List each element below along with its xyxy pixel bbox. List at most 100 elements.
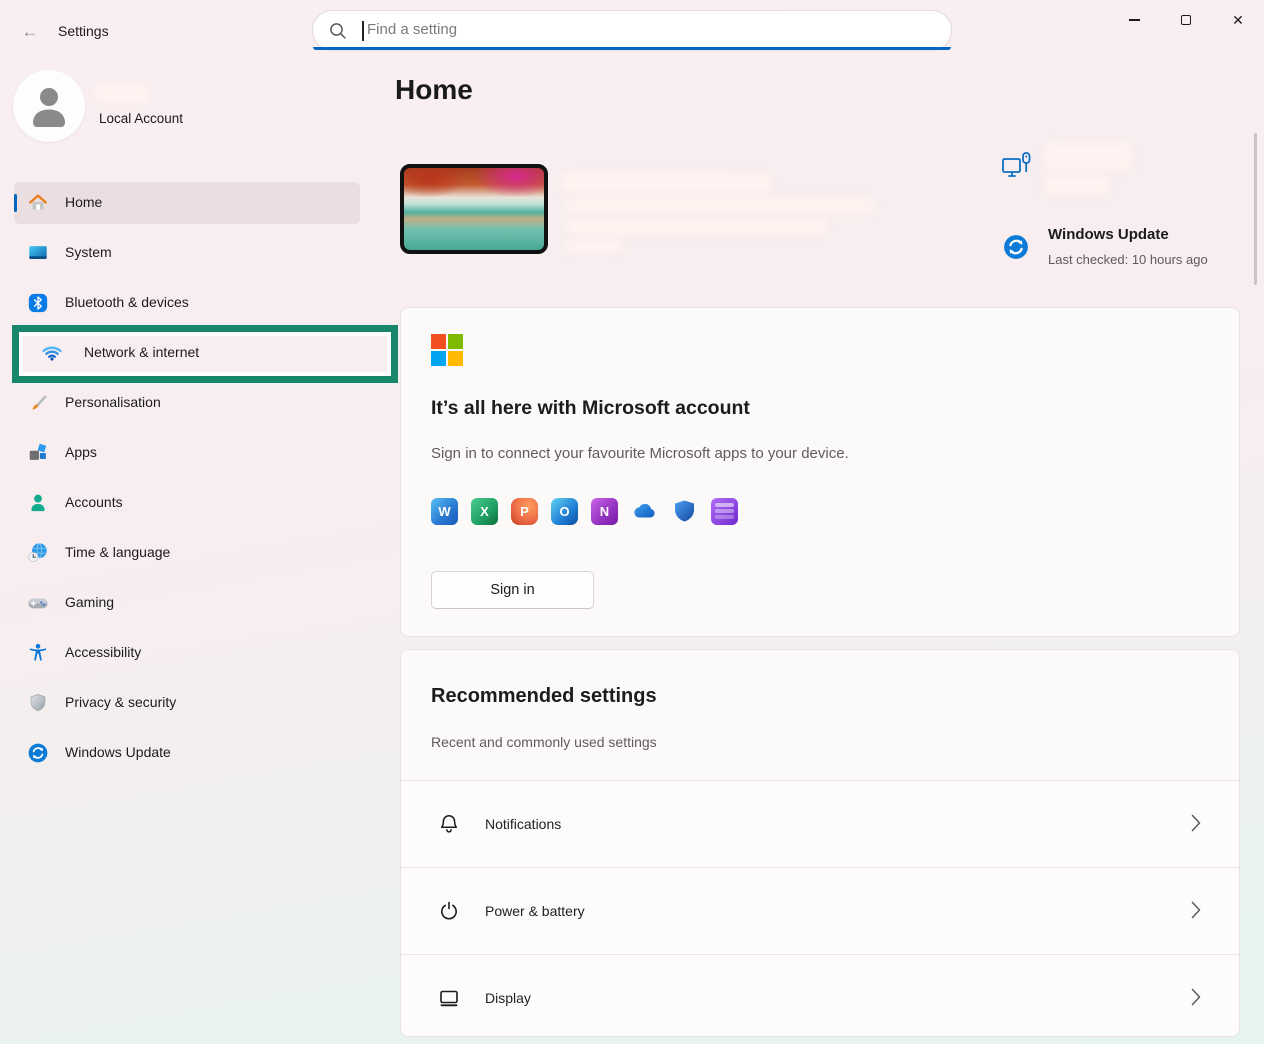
chevron-right-icon (1191, 901, 1201, 919)
sidebar-item-label: Windows Update (65, 744, 171, 760)
chevron-right-icon (1191, 814, 1201, 832)
maximize-button[interactable] (1160, 0, 1212, 40)
sidebar-item-accounts[interactable]: Accounts (0, 478, 400, 528)
setting-row-display[interactable]: Display (401, 954, 1239, 1037)
outlook-icon: O (551, 498, 578, 525)
onedrive-icon (631, 498, 658, 525)
close-button[interactable]: ✕ (1212, 0, 1264, 40)
sidebar-item-label: Apps (65, 444, 97, 460)
app-title: Settings (58, 23, 109, 39)
person-icon (29, 83, 69, 129)
onenote-icon: N (591, 498, 618, 525)
minimize-icon (1129, 19, 1140, 20)
gamepad-icon (27, 592, 49, 614)
defender-icon (671, 498, 698, 525)
excel-icon: X (471, 498, 498, 525)
microsoft-apps-row: W X P O N (431, 498, 738, 525)
recommended-rows: Notifications Power & battery (401, 780, 1239, 1037)
sidebar-item-system[interactable]: System (0, 228, 400, 278)
search-input[interactable] (367, 11, 927, 48)
maximize-icon (1181, 15, 1191, 25)
globe-clock-icon (27, 542, 49, 564)
settings-window: ← Settings ✕ Local Account (0, 0, 1264, 1044)
recommended-title: Recommended settings (431, 685, 657, 708)
update-icon (27, 742, 49, 764)
close-icon: ✕ (1232, 13, 1244, 27)
ms-card-title: It’s all here with Microsoft account (431, 397, 750, 420)
sidebar-item-label: Gaming (65, 594, 114, 610)
scrollbar[interactable] (1254, 133, 1257, 285)
device-wallpaper-thumbnail (400, 164, 548, 254)
sidebar-item-network-internet[interactable]: Network & internet (0, 328, 400, 378)
sidebar-item-time-language[interactable]: Time & language (0, 528, 400, 578)
search-accent-underline (313, 47, 951, 50)
word-icon: W (431, 498, 458, 525)
sidebar-item-bluetooth-devices[interactable]: Bluetooth & devices (0, 278, 400, 328)
window-controls: ✕ (1108, 0, 1264, 44)
avatar (13, 70, 85, 142)
sidebar-nav: Home System Bluetooth & devices (0, 178, 400, 778)
sidebar-item-label: Time & language (65, 544, 170, 560)
sidebar-item-accessibility[interactable]: Accessibility (0, 628, 400, 678)
setting-row-label: Notifications (485, 816, 561, 832)
powerpoint-icon: P (511, 498, 538, 525)
minimize-button[interactable] (1108, 0, 1160, 40)
system-icon (27, 242, 49, 264)
setting-row-power-battery[interactable]: Power & battery (401, 867, 1239, 954)
selection-indicator (14, 194, 17, 212)
ms-card-subtitle: Sign in to connect your favourite Micros… (431, 445, 849, 462)
ethernet-device-icon (1001, 151, 1033, 185)
sidebar-item-home[interactable]: Home (0, 178, 400, 228)
redacted-user-name (94, 84, 150, 104)
shield-icon (27, 692, 49, 714)
sidebar-item-label: Personalisation (65, 394, 161, 410)
sidebar-item-apps[interactable]: Apps (0, 428, 400, 478)
microsoft-logo-icon (431, 334, 463, 366)
redacted-device-name (560, 173, 772, 193)
brush-icon (27, 392, 49, 414)
redacted-network-info (1044, 175, 1110, 195)
windows-update-tile[interactable]: Windows Update Last checked: 10 hours ag… (1000, 224, 1240, 274)
bell-icon (437, 812, 461, 836)
power-icon (437, 899, 461, 923)
sign-in-button[interactable]: Sign in (431, 571, 594, 609)
account-type-label: Local Account (99, 111, 183, 126)
display-icon (437, 986, 461, 1010)
setting-row-label: Power & battery (485, 903, 585, 919)
accounts-icon (27, 492, 49, 514)
redacted-device-info (566, 198, 874, 214)
sidebar-item-windows-update[interactable]: Windows Update (0, 728, 400, 778)
accessibility-icon (27, 642, 49, 664)
search-box[interactable] (312, 10, 952, 50)
sidebar-item-label: Network & internet (84, 344, 199, 360)
back-icon[interactable]: ← (14, 20, 46, 44)
sidebar-item-label: System (65, 244, 112, 260)
search-icon (328, 21, 348, 41)
apps-icon (27, 442, 49, 464)
home-icon (27, 192, 49, 214)
clipchamp-icon (711, 498, 738, 525)
wifi-icon (41, 342, 63, 364)
sidebar-item-label: Privacy & security (65, 694, 176, 710)
setting-row-label: Display (485, 990, 531, 1006)
sidebar-item-label: Accounts (65, 494, 123, 510)
sidebar-item-gaming[interactable]: Gaming (0, 578, 400, 628)
sidebar-item-personalisation[interactable]: Personalisation (0, 378, 400, 428)
sidebar-item-label: Accessibility (65, 644, 141, 660)
recommended-subtitle: Recent and commonly used settings (431, 734, 657, 750)
sidebar-item-label: Bluetooth & devices (65, 294, 189, 310)
redacted-device-info (566, 219, 828, 235)
sidebar-item-label: Home (65, 194, 102, 210)
windows-update-icon (1002, 233, 1030, 261)
sidebar-item-privacy-security[interactable]: Privacy & security (0, 678, 400, 728)
microsoft-account-card: It’s all here with Microsoft account Sig… (400, 307, 1240, 637)
chevron-right-icon (1191, 988, 1201, 1006)
windows-update-title: Windows Update (1048, 226, 1169, 243)
recommended-settings-card: Recommended settings Recent and commonly… (400, 649, 1240, 1037)
redacted-network-name (1044, 143, 1132, 171)
windows-update-status: Last checked: 10 hours ago (1048, 252, 1208, 267)
page-title: Home (395, 74, 473, 106)
text-caret (362, 21, 364, 41)
setting-row-notifications[interactable]: Notifications (401, 780, 1239, 867)
bluetooth-icon (27, 292, 49, 314)
